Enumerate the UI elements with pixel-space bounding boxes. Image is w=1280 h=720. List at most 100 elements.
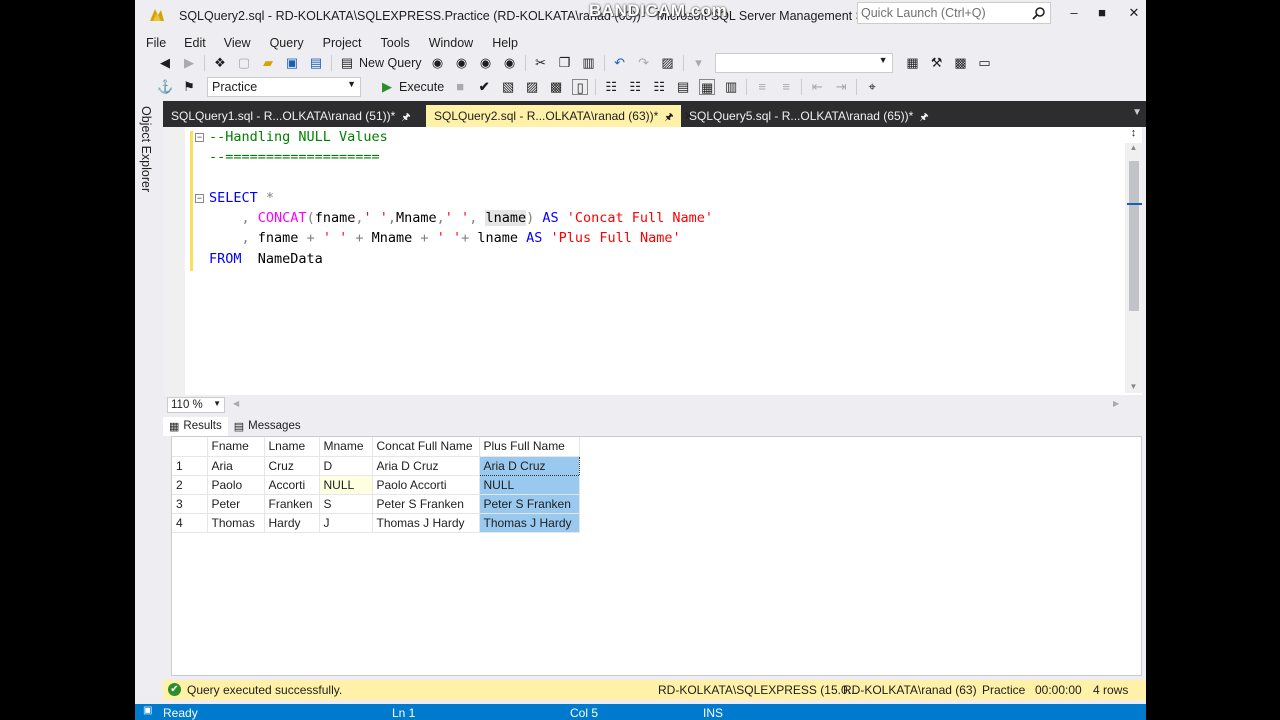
menu-edit[interactable]: Edit	[184, 33, 206, 50]
cell-mname[interactable]: D	[319, 456, 373, 476]
minimize-button[interactable]: –	[1061, 4, 1087, 24]
row-number[interactable]: 1	[172, 456, 208, 476]
uncomment-icon[interactable]: ≡	[778, 79, 794, 95]
pin-icon[interactable]: 🖈︎	[401, 112, 410, 123]
add-item-icon[interactable]: ▢	[236, 55, 252, 71]
row-number[interactable]: 4	[172, 513, 208, 533]
query-designer-icon[interactable]: ▨	[524, 79, 540, 95]
increase-indent-icon[interactable]: ⇥	[833, 79, 849, 95]
results-to-file-icon[interactable]: ▥	[723, 79, 739, 95]
stop-icon[interactable]: ■	[452, 79, 468, 95]
tab-overflow-icon[interactable]: ▼	[1132, 107, 1142, 118]
console-icon[interactable]: ▭	[977, 55, 993, 71]
cell-fname[interactable]: Peter	[207, 494, 265, 514]
column-header-mname[interactable]: Mname	[319, 437, 373, 457]
menu-file[interactable]: File	[146, 33, 166, 50]
wrench-icon[interactable]: ⚒	[929, 55, 945, 71]
cell-concat[interactable]: Paolo Accorti	[372, 475, 480, 495]
forward-icon[interactable]: ▶	[181, 55, 197, 71]
change-connection-icon[interactable]: ⚑	[181, 79, 197, 95]
results-to-icon[interactable]: ▯	[572, 79, 589, 95]
dmx-query-icon[interactable]: ◉	[454, 55, 470, 71]
row-number[interactable]: 2	[172, 475, 208, 495]
menu-help[interactable]: Help	[492, 33, 518, 50]
cell-fname[interactable]: Aria	[207, 456, 265, 476]
column-header-fname[interactable]: Fname	[207, 437, 265, 457]
editor-scrollbar[interactable]: ▲ ▼	[1125, 143, 1142, 393]
quick-launch-input[interactable]: Quick Launch (Ctrl+Q)	[857, 2, 1051, 24]
cell-mname[interactable]: NULL	[319, 475, 373, 495]
tab-sqlquery2[interactable]: SQLQuery2.sql - R...OLKATA\ranad (63))* 🖈…	[426, 105, 694, 127]
scroll-right-icon[interactable]: ▶	[1113, 399, 1119, 408]
cell-fname[interactable]: Thomas	[207, 513, 265, 533]
cut-icon[interactable]: ✂	[533, 55, 549, 71]
back-icon[interactable]: ◀	[157, 55, 173, 71]
results-to-grid-icon[interactable]: ▦	[699, 79, 716, 95]
undo-icon[interactable]: ↶	[612, 55, 628, 71]
dax-query-icon[interactable]: ◉	[502, 55, 518, 71]
dropdown-arrow-icon[interactable]: ▾	[691, 55, 707, 71]
menu-project[interactable]: Project	[323, 33, 362, 50]
scroll-thumb[interactable]	[1129, 161, 1139, 311]
column-header-concat[interactable]: Concat Full Name	[372, 437, 480, 457]
cell-lname[interactable]: Franken	[264, 494, 320, 514]
results-grid[interactable]: Fname Lname Mname Concat Full Name Plus …	[171, 436, 1142, 676]
cell-lname[interactable]: Accorti	[264, 475, 320, 495]
sql-editor[interactable]: − − --Handling NULL Values --===========…	[163, 127, 1142, 395]
row-number[interactable]: 3	[172, 494, 208, 514]
results-to-text-icon[interactable]: ▤	[675, 79, 691, 95]
cell-plus[interactable]: NULL	[479, 475, 580, 495]
collapse-icon[interactable]: −	[195, 194, 204, 203]
menu-tools[interactable]: Tools	[381, 33, 410, 50]
save-all-icon[interactable]: ▤	[308, 55, 324, 71]
paste-icon[interactable]: ▥	[581, 55, 597, 71]
cell-plus[interactable]: Aria D Cruz	[478, 455, 580, 476]
pin-icon[interactable]: 🖈︎	[919, 112, 928, 123]
specify-values-icon[interactable]: ⌖	[864, 79, 880, 95]
cell-fname[interactable]: Paolo	[207, 475, 265, 495]
cell-concat[interactable]: Peter S Franken	[372, 494, 480, 514]
live-stats-icon[interactable]: ☷	[627, 79, 643, 95]
collapse-icon[interactable]: −	[195, 133, 204, 142]
cell-plus[interactable]: Peter S Franken	[479, 494, 580, 514]
split-icon[interactable]: ↕	[1125, 127, 1142, 141]
cell-mname[interactable]: J	[319, 513, 373, 533]
object-explorer-tab[interactable]: Object Explorer	[139, 106, 153, 192]
display-plan-icon[interactable]: ▧	[500, 79, 516, 95]
column-header-plus[interactable]: Plus Full Name	[479, 437, 580, 457]
copy-icon[interactable]: ❐	[557, 55, 573, 71]
scroll-left-icon[interactable]: ◀	[233, 399, 239, 408]
tab-messages[interactable]: ▤ Messages	[228, 417, 307, 436]
cell-concat[interactable]: Aria D Cruz	[372, 456, 480, 476]
pin-icon[interactable]: 🖈︎	[664, 112, 673, 123]
properties-icon[interactable]: ▦	[905, 55, 921, 71]
database-combo[interactable]: Practice ▼	[207, 77, 361, 97]
cell-lname[interactable]: Hardy	[264, 513, 320, 533]
cell-lname[interactable]: Cruz	[264, 456, 320, 476]
new-project-icon[interactable]: ❖	[212, 55, 228, 71]
connect-icon[interactable]: ⚓	[157, 79, 173, 95]
scroll-down-icon[interactable]: ▼	[1125, 382, 1142, 391]
intellisense-icon[interactable]: ▩	[548, 79, 564, 95]
actual-plan-icon[interactable]: ☷	[603, 79, 619, 95]
tab-sqlquery5[interactable]: SQLQuery5.sql - R...OLKATA\ranad (65))* 🖈…	[681, 105, 941, 127]
tab-sqlquery1[interactable]: SQLQuery1.sql - R...OLKATA\ranad (51))* 🖈…	[163, 105, 417, 127]
client-stats-icon[interactable]: ☷	[651, 79, 667, 95]
column-header-lname[interactable]: Lname	[264, 437, 320, 457]
xmla-query-icon[interactable]: ◉	[478, 55, 494, 71]
maximize-button[interactable]: ■	[1089, 4, 1115, 24]
zoom-combo[interactable]: 110 % ▼	[167, 397, 225, 413]
comment-icon[interactable]: ≡	[754, 79, 770, 95]
cell-concat[interactable]: Thomas J Hardy	[372, 513, 480, 533]
open-file-icon[interactable]: ▰	[260, 55, 276, 71]
close-button[interactable]: ✕	[1121, 4, 1146, 24]
row-number-header[interactable]	[172, 437, 208, 457]
execute-button[interactable]: ▶ Execute	[375, 79, 444, 95]
redo-icon[interactable]: ↷	[636, 55, 652, 71]
parse-checkmark-icon[interactable]: ✔	[476, 79, 492, 95]
menu-view[interactable]: View	[224, 33, 251, 50]
scroll-up-icon[interactable]: ▲	[1125, 143, 1142, 152]
mdx-query-icon[interactable]: ◉	[430, 55, 446, 71]
decrease-indent-icon[interactable]: ⇤	[809, 79, 825, 95]
activity-monitor-icon[interactable]: ▨	[660, 55, 676, 71]
